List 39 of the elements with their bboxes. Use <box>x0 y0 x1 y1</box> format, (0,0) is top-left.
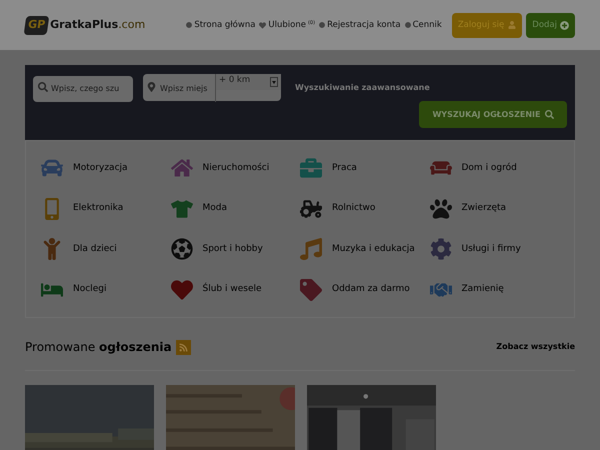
category-link[interactable]: Muzyka i edukacja <box>300 229 430 270</box>
logo-badge[interactable]: GP <box>24 16 50 34</box>
category-link[interactable]: Ślub i wesele <box>170 270 300 310</box>
pin-icon <box>147 82 156 92</box>
category-link[interactable]: Rolnictwo <box>300 188 430 229</box>
location-field[interactable]: Wpisz miejs <box>143 74 215 102</box>
category-link[interactable]: Usługi i firmy <box>430 229 559 270</box>
section-title: Promowane ogłoszenia <box>25 339 172 356</box>
category-link[interactable]: Moda <box>170 188 300 229</box>
caret-icon <box>270 77 278 87</box>
heart-icon <box>259 22 266 28</box>
nav-link[interactable]: Cennik <box>404 18 442 32</box>
category-link[interactable]: Sport i hobby <box>170 229 300 270</box>
category-link[interactable]: Motoryzacja <box>41 148 170 188</box>
distance-select[interactable]: + 0 km <box>216 74 281 90</box>
nav-link[interactable]: Strona główna <box>186 18 256 32</box>
search-field[interactable]: Wpisz, czego szu <box>33 76 133 102</box>
category-link[interactable]: Zwierzęta <box>430 188 559 229</box>
search-button[interactable]: WYSZUKAJ OGŁOSZENIE <box>419 101 567 128</box>
rss-icon[interactable] <box>176 340 191 354</box>
category-link[interactable]: Zamienię <box>430 270 559 310</box>
add-button[interactable]: Dodaj <box>526 12 575 38</box>
category-link[interactable]: Dla dzieci <box>41 229 170 270</box>
category-link[interactable]: Nieruchomości <box>170 148 300 188</box>
advanced-search-link[interactable]: Wyszukiwanie zaawansowane <box>295 82 430 94</box>
see-all-link[interactable]: Zobacz wszystkie <box>496 341 575 353</box>
logo-domain: .com <box>118 16 146 33</box>
category-link[interactable]: Praca <box>300 148 430 188</box>
nav-link[interactable]: Ulubione $^{(0)}$ <box>259 18 316 32</box>
category-link[interactable]: Dom i ogród <box>430 148 559 188</box>
logo-name: GratkaPlus <box>50 16 118 33</box>
plus-icon <box>560 20 569 30</box>
location-search-box[interactable]: Wpisz miejs + 0 km <box>143 74 281 101</box>
category-link[interactable]: Oddam za darmo <box>300 270 430 310</box>
nav-link[interactable]: Rejestracja konta <box>319 18 401 32</box>
category-link[interactable]: Elektronika <box>41 188 170 229</box>
search-icon <box>544 110 554 119</box>
user-icon <box>508 21 516 29</box>
category-link[interactable]: Noclegi <box>41 270 170 310</box>
